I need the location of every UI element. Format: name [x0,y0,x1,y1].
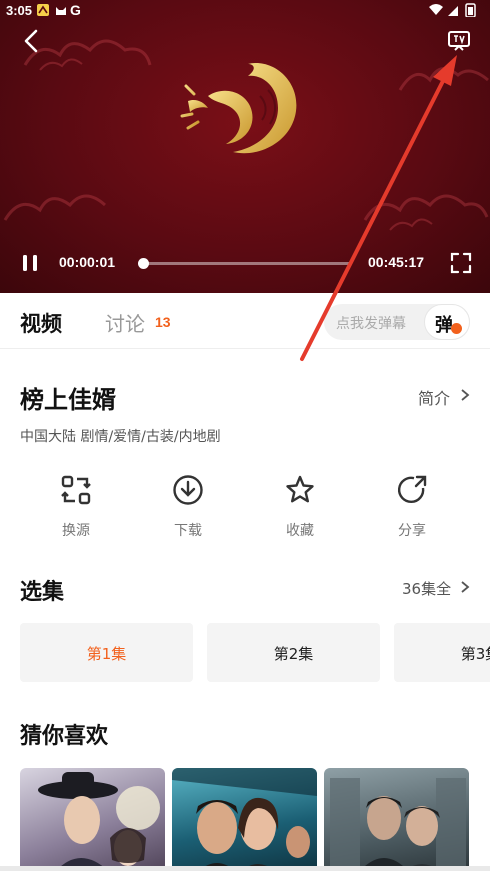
intro-link[interactable]: 简介 [418,385,450,409]
poster-art [330,778,466,871]
episode-list: 第1集 第2集 第3集 [0,623,490,683]
home-indicator [0,866,490,871]
download-icon [173,475,203,505]
tab-video[interactable]: 视频 [20,308,62,338]
danmaku-toggle-label: 弹 [435,315,453,336]
recommend-poster[interactable] [172,768,317,871]
show-title: 榜上佳婿 [20,386,116,414]
video-player[interactable]: 3:05 G 00:00:01 00:45:17 [0,0,490,293]
star-icon [286,475,314,503]
action-label: 收藏 [286,523,314,539]
episode-label: 第3集 [460,645,490,663]
discuss-count-badge: 13 [155,314,171,330]
cloud-pattern [398,67,489,91]
total-time: 00:45:17 [368,254,425,270]
poster-art [172,768,317,871]
episode-item[interactable]: 第2集 [207,623,380,682]
system-status-icons [429,3,476,17]
fullscreen-icon[interactable] [450,252,472,274]
recommend-title: 猜你喜欢 [20,724,109,749]
cloud-pattern [3,194,107,221]
episode-item[interactable]: 第3集 [394,623,490,682]
episode-item[interactable]: 第1集 [20,623,193,682]
chevron-right-icon[interactable] [459,580,471,594]
download-button[interactable]: 下载 [148,474,228,544]
danmaku-check-icon [451,323,462,334]
action-label: 下载 [174,523,202,539]
recommend-poster[interactable] [20,768,165,871]
cat-icon [56,7,66,15]
switch-source-icon [61,475,91,505]
progress-bar[interactable] [138,258,350,269]
action-label: 换源 [62,523,90,539]
show-meta: 中国大陆 剧情/爱情/古装/内地剧 [20,429,221,445]
back-icon[interactable] [18,27,46,55]
episode-label: 第2集 [273,645,314,663]
pause-icon[interactable] [20,253,40,273]
share-button[interactable]: 分享 [372,474,452,544]
action-bar: 换源 下载 收藏 分享 [0,474,490,544]
current-time: 00:00:01 [59,254,116,270]
episode-label: 第1集 [86,645,127,663]
danmaku-input[interactable]: 点我发弹幕 [336,313,406,333]
favorite-button[interactable]: 收藏 [260,474,340,544]
tab-discuss[interactable]: 讨论 [105,308,145,337]
progress-thumb[interactable] [138,258,150,269]
recommend-poster[interactable] [324,768,469,871]
episodes-title: 选集 [20,580,65,605]
switch-source-button[interactable]: 换源 [36,474,116,544]
episodes-total-link[interactable]: 36集全 [402,578,451,599]
danmaku-toggle-button[interactable]: 弹 [424,304,470,340]
notification-icon [37,4,49,16]
status-bar: 3:05 G [0,0,490,22]
danmaku-bar: 点我发弹幕 弹 [324,304,470,340]
recommend-list [0,768,490,871]
cloud-pattern [363,194,489,231]
chevron-right-icon[interactable] [459,388,471,402]
google-icon: G [70,2,81,18]
share-icon [397,475,427,503]
tv-cast-icon[interactable] [446,27,472,53]
player-controls: 00:00:01 00:45:17 [0,246,490,280]
status-time: 3:05 [6,3,33,18]
action-label: 分享 [398,523,426,539]
poster-art [38,772,160,871]
phoenix-logo [180,63,297,154]
